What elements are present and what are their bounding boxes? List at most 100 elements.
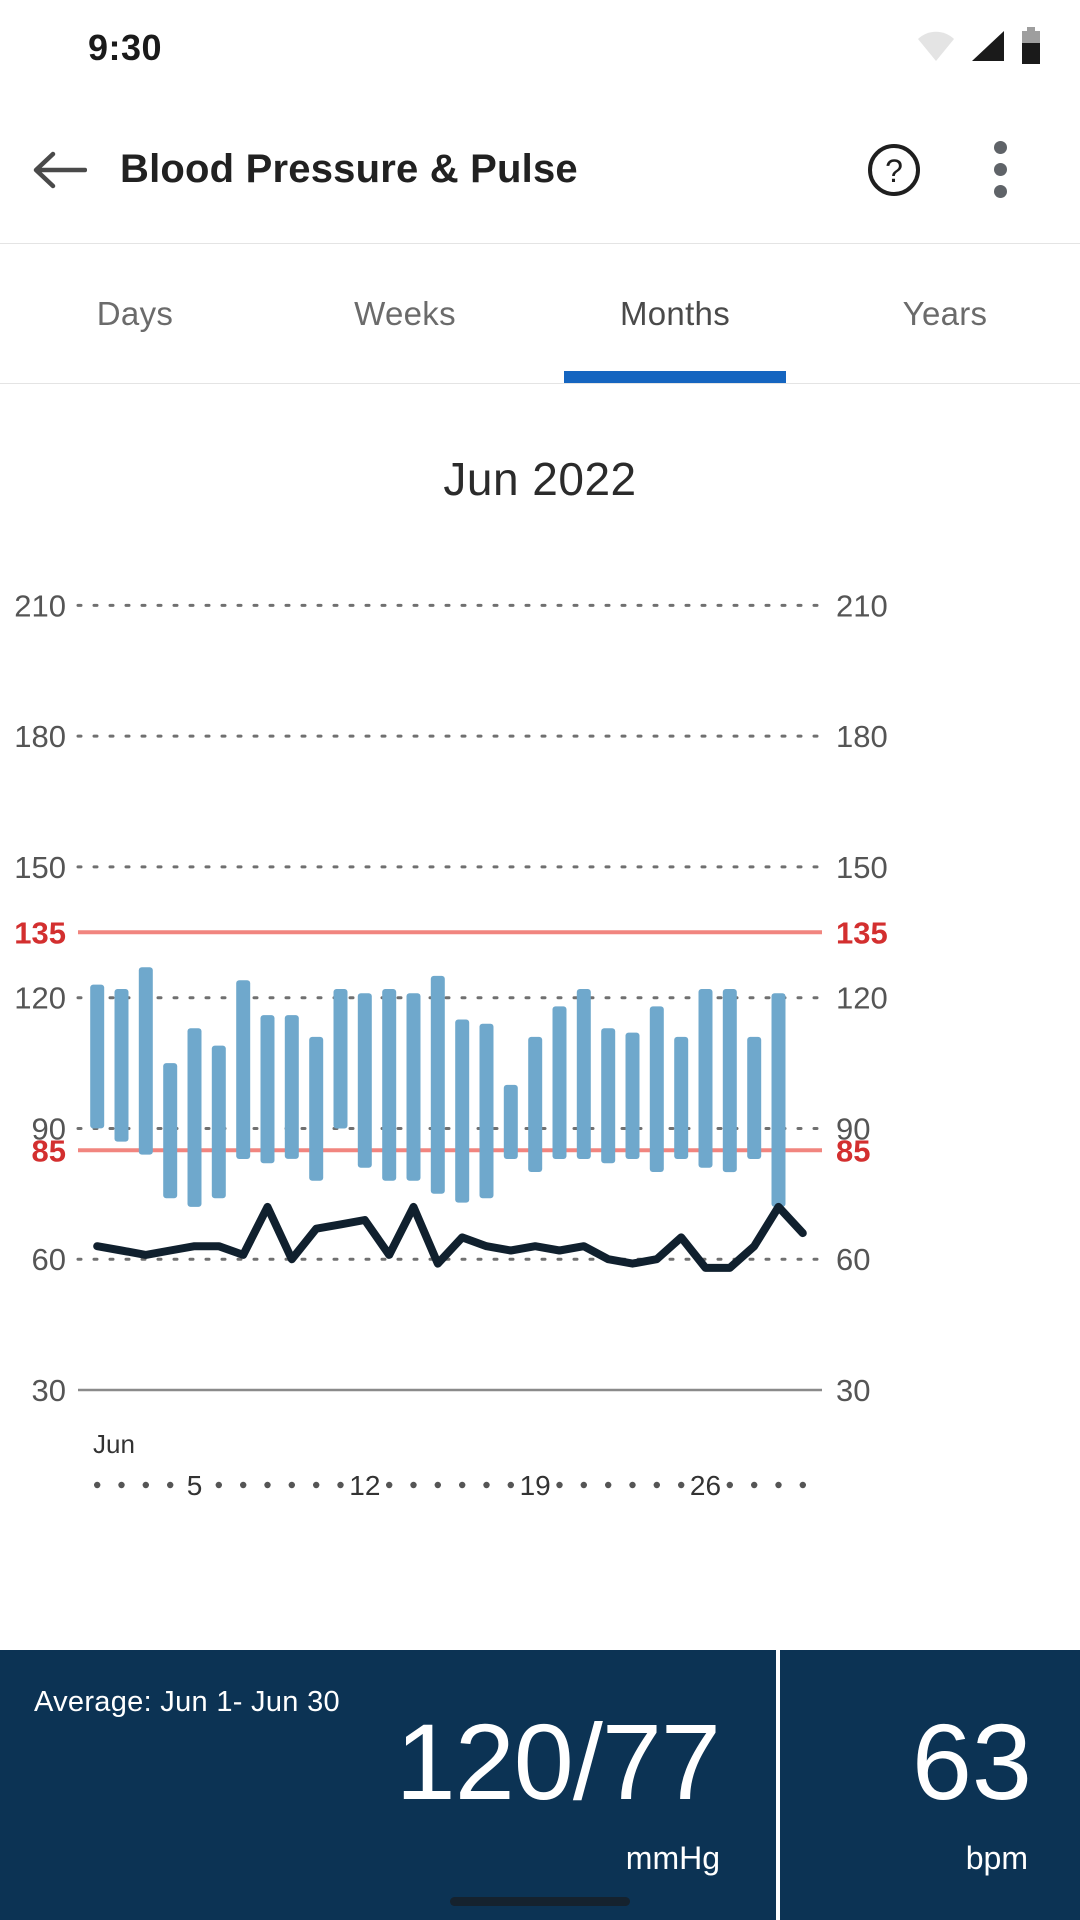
x-axis-tick-dot <box>410 1482 416 1488</box>
x-axis-tick-dot <box>264 1482 270 1488</box>
bp-bar <box>139 967 153 1154</box>
help-circle-icon: ? <box>866 142 922 198</box>
bp-bar <box>699 989 713 1168</box>
bp-bar <box>188 1028 202 1207</box>
x-axis-tick-dot <box>289 1482 295 1488</box>
bp-bar <box>382 989 396 1181</box>
tab-days-label: Days <box>97 295 173 333</box>
overflow-menu-button[interactable] <box>952 96 1048 244</box>
y-axis-label-left: 120 <box>14 981 66 1016</box>
bp-bar <box>261 1015 275 1163</box>
status-bar-icons <box>916 27 1042 70</box>
x-axis-tick-dot <box>727 1482 733 1488</box>
cellular-signal-icon <box>970 29 1006 68</box>
y-axis-label-right: 180 <box>836 719 888 754</box>
bp-bar <box>528 1037 542 1172</box>
arrow-left-icon <box>33 148 87 192</box>
bp-bar <box>358 993 372 1167</box>
x-axis-tick-dot <box>240 1482 246 1488</box>
x-axis-tick-dot <box>605 1482 611 1488</box>
bp-bar <box>455 1020 469 1203</box>
x-axis-tick-dot <box>386 1482 392 1488</box>
wifi-icon <box>916 29 956 68</box>
x-axis-tick-dot <box>94 1482 100 1488</box>
bp-bar <box>163 1063 177 1198</box>
x-axis-tick-dot <box>118 1482 124 1488</box>
tab-days[interactable]: Days <box>0 244 270 383</box>
y-axis-label-right: 135 <box>836 915 888 950</box>
bp-bar <box>236 980 250 1159</box>
app-bar: Blood Pressure & Pulse ? <box>0 96 1080 244</box>
pulse-unit-label: bpm <box>966 1840 1028 1877</box>
tab-weeks[interactable]: Weeks <box>270 244 540 383</box>
x-axis-tick-dot <box>556 1482 562 1488</box>
page-title: Blood Pressure & Pulse <box>120 147 846 192</box>
bp-bar <box>431 976 445 1194</box>
x-axis-tick-dot <box>435 1482 441 1488</box>
summary-panel: Average: Jun 1- Jun 30 120/77 mmHg 63 bp… <box>0 1650 1080 1920</box>
chart-period-title: Jun 2022 <box>0 452 1080 506</box>
y-axis-label-left: 180 <box>14 719 66 754</box>
bp-bar <box>480 1024 494 1198</box>
bp-bar <box>115 989 129 1142</box>
y-axis-label-left: 150 <box>14 850 66 885</box>
bp-bar <box>504 1085 518 1159</box>
average-bp-value: 120/77 <box>396 1708 720 1816</box>
bp-bar <box>650 1006 664 1172</box>
tab-weeks-label: Weeks <box>354 295 456 333</box>
x-axis-tick-dot <box>313 1482 319 1488</box>
app-screen: 9:30 Blood Pressure & Pulse <box>0 0 1080 1920</box>
bp-bar <box>626 1033 640 1159</box>
help-button[interactable]: ? <box>846 96 942 244</box>
x-axis-month-label: Jun <box>93 1429 135 1459</box>
x-axis-tick-dot <box>581 1482 587 1488</box>
y-axis-label-left: 135 <box>14 915 66 950</box>
tab-years[interactable]: Years <box>810 244 1080 383</box>
status-bar-clock: 9:30 <box>88 27 162 69</box>
home-indicator <box>450 1897 630 1906</box>
x-axis-tick-label: 5 <box>187 1470 203 1501</box>
bp-bar <box>90 985 104 1129</box>
x-axis-tick-dot <box>629 1482 635 1488</box>
y-axis-label-right: 210 <box>836 588 888 623</box>
bp-bar <box>553 1006 567 1159</box>
bp-bar <box>212 1046 226 1199</box>
x-axis-tick-dot <box>143 1482 149 1488</box>
x-axis-tick-dot <box>775 1482 781 1488</box>
bp-pulse-chart[interactable]: 2102101801801501501351351201209090858560… <box>0 540 1080 1630</box>
y-axis-label-right: 60 <box>836 1242 870 1277</box>
x-axis-tick-dot <box>508 1482 514 1488</box>
y-axis-label-right: 85 <box>836 1133 870 1168</box>
bp-bar <box>577 989 591 1159</box>
average-pulse-value: 63 <box>912 1708 1032 1816</box>
bp-bar <box>674 1037 688 1159</box>
x-axis-tick-dot <box>800 1482 806 1488</box>
x-axis-tick-dot <box>654 1482 660 1488</box>
battery-icon <box>1020 27 1042 70</box>
x-axis-tick-label: 26 <box>690 1470 721 1501</box>
tab-months-label: Months <box>620 295 730 333</box>
bp-bar <box>285 1015 299 1159</box>
status-bar: 9:30 <box>0 0 1080 96</box>
chart-canvas: 2102101801801501501351351201209090858560… <box>0 540 1080 1630</box>
svg-text:?: ? <box>885 153 903 189</box>
bp-bar <box>334 989 348 1129</box>
bp-bar <box>309 1037 323 1181</box>
summary-blood-pressure: Average: Jun 1- Jun 30 120/77 mmHg <box>0 1650 776 1920</box>
tab-months[interactable]: Months <box>540 244 810 383</box>
summary-pulse: 63 bpm <box>780 1650 1080 1920</box>
x-axis-tick-dot <box>167 1482 173 1488</box>
back-button[interactable] <box>0 96 120 244</box>
bp-bar <box>407 993 421 1180</box>
x-axis-tick-dot <box>459 1482 465 1488</box>
x-axis-tick-dot <box>751 1482 757 1488</box>
bp-unit-label: mmHg <box>626 1840 720 1877</box>
x-axis-tick-dot <box>216 1482 222 1488</box>
bp-bar <box>723 989 737 1172</box>
y-axis-label-left: 85 <box>32 1133 66 1168</box>
period-tabs: Days Weeks Months Years <box>0 244 1080 384</box>
bp-bar <box>601 1028 615 1163</box>
app-bar-actions: ? <box>846 96 1080 244</box>
y-axis-label-right: 30 <box>836 1373 870 1408</box>
y-axis-label-left: 210 <box>14 588 66 623</box>
